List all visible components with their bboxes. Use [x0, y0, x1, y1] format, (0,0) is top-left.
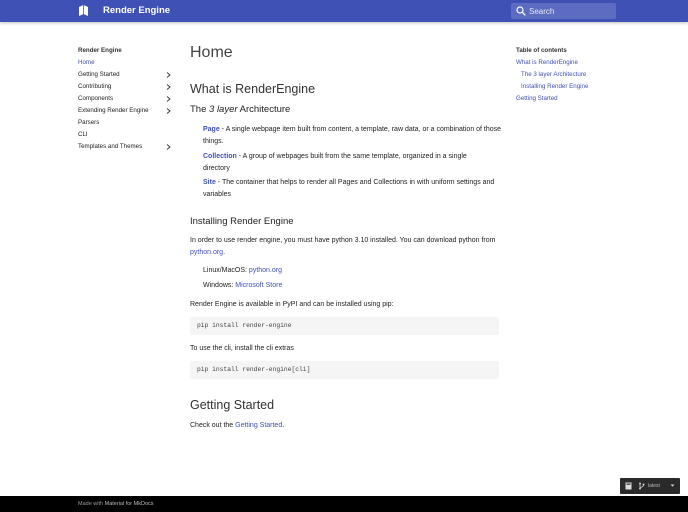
code-block-install-cli[interactable]: pip install render-engine[cli] [190, 361, 499, 379]
search-input[interactable] [529, 4, 613, 18]
page-footer: Made with Material for MkDocs [0, 496, 688, 512]
page-title: Home [190, 44, 233, 61]
toc-item-what-is[interactable]: What is RenderEngine [516, 57, 616, 69]
nav-item-label: Components [78, 95, 114, 102]
install-text: In order to use render engine, you must … [190, 237, 496, 244]
search-box[interactable] [511, 3, 616, 19]
install-paragraph: In order to use render engine, you must … [190, 235, 500, 258]
getting-started-paragraph: Check out the Getting Started. [190, 420, 284, 432]
search-icon [516, 6, 526, 16]
version-widget[interactable]: latest [620, 478, 680, 494]
nav-item-contributing[interactable]: Contributing [78, 81, 174, 93]
install-text-end: . [223, 248, 226, 256]
chevron-right-icon [166, 108, 171, 114]
nav-item-components[interactable]: Components [78, 93, 174, 105]
nav-item-getting-started[interactable]: Getting Started [78, 69, 174, 81]
footer-credit: Made with Material for MkDocs [78, 500, 154, 508]
heading-part: The [190, 104, 210, 115]
nav-item-label: Templates and Themes [78, 143, 143, 150]
nav-item-templates-and-themes[interactable]: Templates and Themes [78, 141, 174, 153]
nav-item-label: Contributing [78, 83, 112, 90]
python-org-link[interactable]: python.org [190, 249, 223, 256]
site-title[interactable]: Render Engine [103, 4, 170, 18]
heading-part: Architecture [237, 104, 291, 115]
download-label: Windows: [203, 282, 236, 289]
section-heading-architecture: The 3 layer Architecture [190, 103, 290, 116]
nav-item-label: Extending Render Engine [78, 107, 149, 114]
pypi-paragraph: Render Engine is available in PyPI and c… [190, 301, 394, 308]
mkdocs-material-link[interactable]: Material for MkDocs [105, 501, 154, 507]
microsoft-store-link[interactable]: Microsoft Store [235, 282, 282, 289]
nav-item-cli[interactable]: CLI [78, 129, 174, 141]
top-header: Render Engine [0, 0, 688, 22]
book-icon [625, 482, 632, 490]
chevron-right-icon [166, 96, 171, 102]
list-item-site: Site - The container that helps to rende… [203, 177, 498, 200]
nav-item-label: Getting Started [78, 71, 120, 78]
main-content: Home What is RenderEngine The 3 layer Ar… [190, 40, 501, 429]
nav-item-label: Home [78, 59, 95, 66]
cli-paragraph: To use the cli, install the cli extras [190, 345, 294, 352]
heading-emphasis: 3 layer [209, 104, 238, 115]
term-description: - A single webpage item built from conte… [203, 126, 502, 145]
list-item-page: Page - A single webpage item built from … [203, 124, 503, 147]
footer-prefix: Made with [78, 501, 105, 507]
nav-item-label: Parsers [78, 119, 100, 126]
check-text: Check out the [190, 422, 236, 429]
book-logo-icon[interactable] [78, 5, 89, 17]
version-label: latest [648, 483, 660, 489]
toc-item-installing[interactable]: Installing Render Engine [516, 81, 616, 93]
toc-title: Table of contents [516, 47, 567, 54]
download-item-linux: Linux/MacOS: python.org [203, 265, 282, 277]
term-description: - A group of webpages built from the sam… [203, 153, 467, 172]
caret-down-icon [670, 484, 675, 487]
term-link-collection[interactable]: Collection [203, 153, 237, 160]
nav-item-parsers[interactable]: Parsers [78, 117, 174, 129]
term-link-site[interactable]: Site [203, 179, 216, 186]
toc-item-getting-started[interactable]: Getting Started [516, 93, 616, 105]
section-heading-what-is: What is RenderEngine [190, 82, 316, 96]
check-text-end: . [282, 422, 285, 429]
python-org-download-link[interactable]: python.org [249, 267, 282, 274]
primary-nav: Render Engine Home Getting Started Contr… [78, 45, 174, 153]
chevron-right-icon [166, 84, 171, 90]
git-branch-icon [639, 482, 645, 490]
download-item-windows: Windows: Microsoft Store [203, 280, 282, 292]
term-description: - The container that helps to render all… [203, 179, 495, 198]
download-label: Linux/MacOS: [203, 267, 249, 274]
section-heading-getting-started: Getting Started [190, 398, 275, 412]
nav-title: Render Engine [78, 47, 122, 54]
nav-item-home[interactable]: Home [78, 57, 174, 69]
term-link-page[interactable]: Page [203, 126, 220, 133]
chevron-right-icon [166, 144, 171, 150]
nav-item-extending[interactable]: Extending Render Engine [78, 105, 174, 117]
section-heading-installing: Installing Render Engine [190, 216, 294, 227]
chevron-right-icon [166, 72, 171, 78]
code-block-install[interactable]: pip install render-engine [190, 317, 499, 335]
list-item-collection: Collection - A group of webpages built f… [203, 151, 483, 174]
table-of-contents: Table of contents What is RenderEngine T… [516, 45, 616, 105]
toc-item-architecture[interactable]: The 3 layer Architecture [516, 69, 616, 81]
nav-item-label: CLI [78, 131, 88, 138]
getting-started-link[interactable]: Getting Started [235, 422, 282, 429]
